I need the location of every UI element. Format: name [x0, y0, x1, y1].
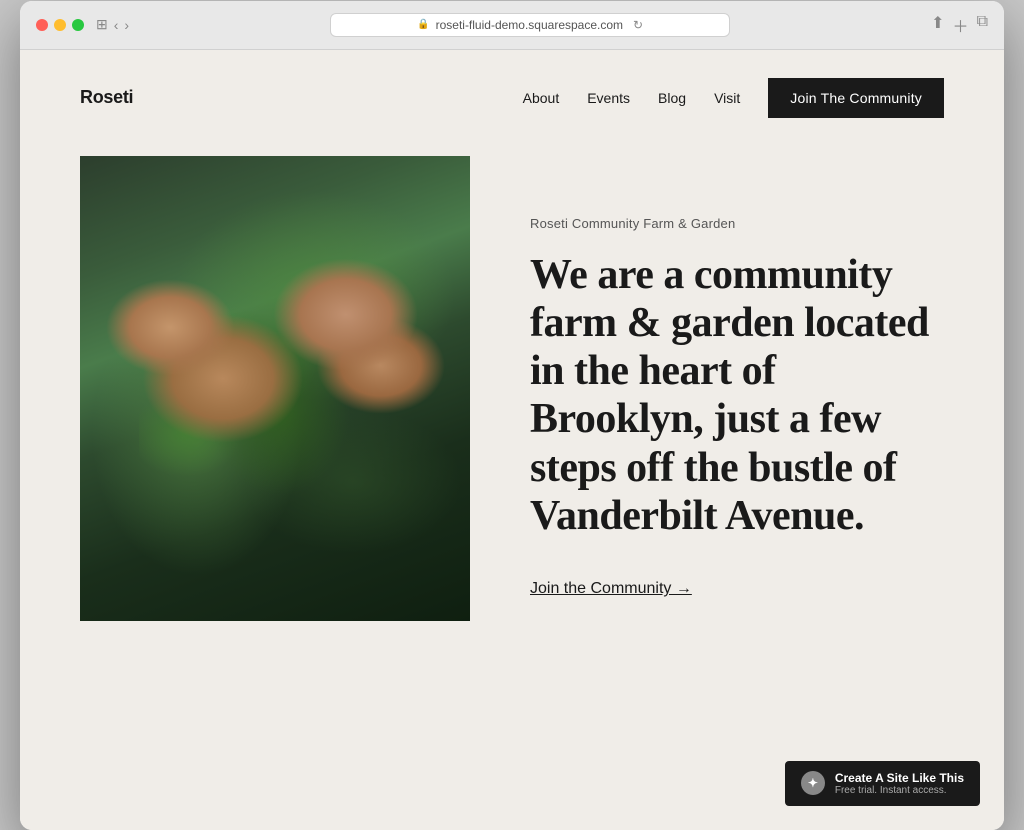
squarespace-badge[interactable]: ✦ Create A Site Like This Free trial. In… — [785, 761, 980, 806]
traffic-lights — [36, 19, 84, 31]
browser-controls: ⊞ ‹ › — [96, 16, 129, 33]
forward-icon[interactable]: › — [124, 17, 129, 33]
refresh-icon[interactable]: ↻ — [633, 18, 643, 32]
leaf-overlay — [139, 272, 373, 505]
lock-icon: 🔒 — [417, 19, 429, 30]
nav-links: About Events Blog Visit Join The Communi… — [523, 78, 944, 118]
share-icon[interactable]: ⬆ — [931, 13, 944, 37]
minimize-button[interactable] — [54, 19, 66, 31]
browser-actions: ⬆ ＋ ⧉ — [931, 13, 988, 37]
site-logo[interactable]: Roseti — [80, 87, 133, 108]
new-tab-icon[interactable]: ＋ — [953, 13, 969, 37]
hero-image — [80, 156, 470, 621]
nav-link-blog[interactable]: Blog — [658, 90, 686, 106]
tabs-icon[interactable]: ⧉ — [977, 13, 988, 37]
squarespace-logo-icon: ✦ — [801, 771, 825, 795]
badge-sub-text: Free trial. Instant access. — [835, 785, 964, 796]
back-icon[interactable]: ‹ — [114, 17, 119, 33]
hero-text-block: Roseti Community Farm & Garden We are a … — [530, 156, 944, 599]
badge-text-block: Create A Site Like This Free trial. Inst… — [835, 771, 964, 796]
nav-link-visit[interactable]: Visit — [714, 90, 740, 106]
page-content: Roseti About Events Blog Visit Join The … — [20, 50, 1004, 830]
close-button[interactable] — [36, 19, 48, 31]
browser-chrome: ⊞ ‹ › 🔒 roseti-fluid-demo.squarespace.co… — [20, 1, 1004, 50]
hero-subtitle: Roseti Community Farm & Garden — [530, 216, 944, 231]
nav-link-events[interactable]: Events — [587, 90, 630, 106]
hero-heading: We are a community farm & garden located… — [530, 251, 944, 541]
join-community-link[interactable]: Join the Community → — [530, 580, 692, 598]
url-text: roseti-fluid-demo.squarespace.com — [436, 18, 623, 32]
join-community-button[interactable]: Join The Community — [768, 78, 944, 118]
browser-window: ⊞ ‹ › 🔒 roseti-fluid-demo.squarespace.co… — [20, 1, 1004, 830]
sidebar-toggle-icon[interactable]: ⊞ — [96, 16, 108, 33]
maximize-button[interactable] — [72, 19, 84, 31]
main-nav: Roseti About Events Blog Visit Join The … — [20, 50, 1004, 146]
nav-link-about[interactable]: About — [523, 90, 560, 106]
address-bar[interactable]: 🔒 roseti-fluid-demo.squarespace.com ↻ — [330, 13, 730, 37]
badge-main-text: Create A Site Like This — [835, 771, 964, 785]
hero-section: Roseti Community Farm & Garden We are a … — [20, 146, 1004, 681]
